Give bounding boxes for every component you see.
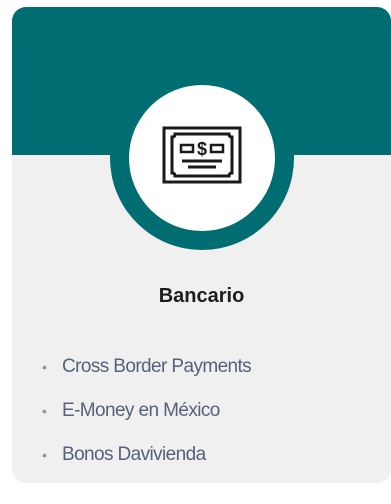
link-cross-border-payments[interactable]: Cross Border Payments — [62, 356, 252, 378]
list-item-bonos: • Bonos Davivienda — [42, 433, 251, 477]
banknote-icon: $ — [162, 126, 242, 184]
bullet-icon: • — [42, 403, 47, 419]
link-bonos-davivienda[interactable]: Bonos Davivienda — [62, 444, 206, 466]
card-title: Bancario — [158, 285, 245, 307]
banking-card: $ Bancario • Cross Border Payments • E-M… — [12, 7, 391, 483]
list-item-cross-border: • Cross Border Payments — [42, 345, 252, 389]
link-emoney-mexico[interactable]: E-Money en México — [62, 400, 220, 422]
svg-text:$: $ — [197, 139, 207, 159]
icon-badge: $ — [129, 85, 275, 231]
list-item-emoney: • E-Money en México — [42, 389, 251, 433]
link-list: • Cross Border Payments • E-Money en Méx… — [42, 345, 252, 477]
bullet-icon: • — [42, 447, 47, 463]
bullet-icon: • — [42, 359, 47, 375]
